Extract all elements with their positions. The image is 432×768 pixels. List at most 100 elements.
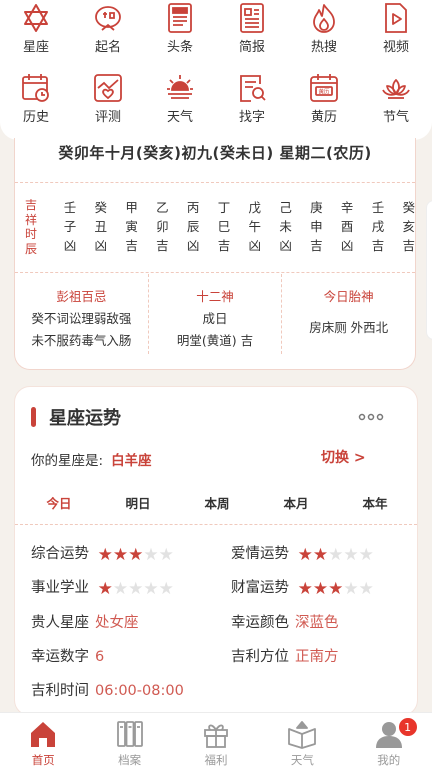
fortune-label: 财富运势 xyxy=(231,580,289,596)
hour-column[interactable]: 戊午凶 xyxy=(240,198,270,255)
hour-column[interactable]: 辛酉凶 xyxy=(332,198,362,255)
nav-archive[interactable]: 档案 xyxy=(86,713,172,768)
feature-label: 黄历 xyxy=(310,110,337,125)
lotus-icon xyxy=(382,79,410,99)
lunar-date: 癸卯年十月(癸亥)初九(癸未日) 星期二(农历) xyxy=(58,144,372,162)
star-rating: ★★★★★ xyxy=(98,581,174,598)
star-filled-icon: ★ xyxy=(97,545,113,565)
star-of-david-icon xyxy=(24,4,48,32)
hour-luck: 凶 xyxy=(63,238,77,253)
hour-branch: 酉 xyxy=(340,219,354,234)
hour-stem: 乙 xyxy=(156,200,169,215)
tab-this-year[interactable]: 本年 xyxy=(345,493,405,512)
feature-almanac[interactable]: 黄历 黄历 xyxy=(288,70,360,136)
nav-home[interactable]: 首页 xyxy=(0,713,86,768)
hour-branch: 未 xyxy=(279,219,292,234)
hour-column[interactable]: 癸丑凶 xyxy=(86,198,116,255)
nav-weather[interactable]: 天气 xyxy=(259,713,345,768)
feature-label: 头条 xyxy=(166,40,193,55)
side-pull-tab[interactable] xyxy=(426,200,432,340)
star-empty-icon: ★ xyxy=(158,545,174,565)
auspicious-hours-label: 吉 祥 时 辰 xyxy=(23,198,39,256)
feature-label: 起名 xyxy=(94,40,121,55)
twelve-gods[interactable]: 十二神 成日 明堂(黄道) 吉 xyxy=(147,274,282,354)
switch-sign-button[interactable]: 切换 > xyxy=(321,447,366,467)
feature-label: 星座 xyxy=(22,40,49,55)
hour-column[interactable]: 甲寅吉 xyxy=(117,198,147,255)
tab-this-week[interactable]: 本周 xyxy=(187,493,247,512)
fact-label: 幸运颜色 xyxy=(231,615,289,631)
lucky-number: 幸运数字 6 xyxy=(31,645,104,666)
feature-brief[interactable]: 简报 xyxy=(216,0,288,66)
tab-tomorrow[interactable]: 明日 xyxy=(108,493,168,512)
feature-solar-terms[interactable]: 节气 xyxy=(360,70,432,136)
weather-book-icon xyxy=(288,721,317,749)
more-options-button[interactable] xyxy=(358,409,384,425)
home-icon xyxy=(31,722,56,747)
hour-branch: 申 xyxy=(310,219,323,234)
feature-weather[interactable]: 天气 xyxy=(144,70,216,136)
feature-label: 天气 xyxy=(166,110,193,125)
hour-column[interactable]: 壬子凶 xyxy=(55,198,85,255)
tab-this-month[interactable]: 本月 xyxy=(266,493,326,512)
tab-today[interactable]: 今日 xyxy=(29,493,89,512)
info-line: 癸不词讼理弱敌强 xyxy=(31,311,132,326)
hour-luck: 吉 xyxy=(310,238,323,253)
hour-branch: 戌 xyxy=(371,219,385,234)
hour-column[interactable]: 癸亥吉 xyxy=(394,198,424,255)
star-empty-icon: ★ xyxy=(112,579,129,599)
fortune-wealth: 财富运势 ★★★★★ xyxy=(231,576,374,598)
fortune-love: 爱情运势 ★★★★★ xyxy=(231,542,374,564)
star-empty-icon: ★ xyxy=(358,579,374,599)
hour-luck: 吉 xyxy=(156,238,169,253)
star-empty-icon: ★ xyxy=(143,545,159,565)
hour-stem: 庚 xyxy=(310,200,323,215)
hour-stem: 辛 xyxy=(340,200,354,215)
hour-column[interactable]: 丁巳吉 xyxy=(209,198,239,255)
fact-label: 贵人星座 xyxy=(31,615,89,631)
hours-label-char: 吉 xyxy=(24,198,37,212)
fetal-god[interactable]: 今日胎神 房床厕 外西北 xyxy=(281,274,415,354)
fortune-label: 爱情运势 xyxy=(231,546,289,562)
hour-stem: 壬 xyxy=(63,200,77,215)
nav-label: 首页 xyxy=(31,753,55,767)
feature-trending[interactable]: 热搜 xyxy=(288,0,360,66)
fact-label: 吉利方位 xyxy=(231,649,289,665)
feature-history[interactable]: 历史 xyxy=(0,70,72,136)
almanac-card[interactable]: 癸卯年十月(癸亥)初九(癸未日) 星期二(农历) 吉 祥 时 辰 壬子凶癸丑凶甲… xyxy=(14,138,416,370)
feature-headlines[interactable]: 头条 xyxy=(144,0,216,66)
lucky-direction: 吉利方位 正南方 xyxy=(231,645,339,666)
hour-branch: 午 xyxy=(248,219,262,234)
nav-welfare[interactable]: 福利 xyxy=(173,713,259,768)
hour-luck: 吉 xyxy=(371,238,385,253)
feature-naming[interactable]: 起名 xyxy=(72,0,144,66)
feature-horoscope[interactable]: 星座 xyxy=(0,0,72,66)
hour-column[interactable]: 庚申吉 xyxy=(301,198,331,255)
hours-label-char: 辰 xyxy=(24,241,37,256)
info-line: 明堂(黄道) 吉 xyxy=(176,333,254,348)
feature-label: 热搜 xyxy=(310,40,337,55)
hour-column[interactable]: 壬戌吉 xyxy=(363,198,393,255)
feature-video[interactable]: 视频 xyxy=(360,0,432,66)
nav-label: 天气 xyxy=(290,753,314,767)
video-play-icon xyxy=(385,3,407,33)
hour-column[interactable]: 丙辰凶 xyxy=(178,198,208,255)
newspaper-icon xyxy=(168,3,192,33)
feature-find-char[interactable]: 找字 xyxy=(216,70,288,136)
star-filled-icon: ★ xyxy=(97,579,113,599)
nav-profile[interactable]: 我的 1 xyxy=(346,713,432,768)
star-filled-icon: ★ xyxy=(297,545,313,565)
pengzu-taboo[interactable]: 彭祖百忌 癸不词讼理弱敌强 未不服药毒气入肠 xyxy=(15,274,148,354)
hour-column[interactable]: 己未凶 xyxy=(271,198,301,255)
info-line: 未不服药毒气入肠 xyxy=(31,333,132,348)
noble-sign: 贵人星座 处女座 xyxy=(31,611,139,632)
feature-evaluate[interactable]: 评测 xyxy=(72,70,144,136)
star-empty-icon: ★ xyxy=(328,545,344,565)
nav-label: 福利 xyxy=(204,753,228,767)
divider xyxy=(15,272,415,273)
hour-branch: 丑 xyxy=(94,219,108,234)
title-accent-bar xyxy=(31,407,36,427)
hour-column[interactable]: 乙卯吉 xyxy=(147,198,177,255)
horoscope-card: 星座运势 你的星座是: 白羊座 切换 > 今日 明日 本周 本月 本年 综合运势 … xyxy=(14,386,418,716)
hour-stem: 癸 xyxy=(402,200,416,215)
